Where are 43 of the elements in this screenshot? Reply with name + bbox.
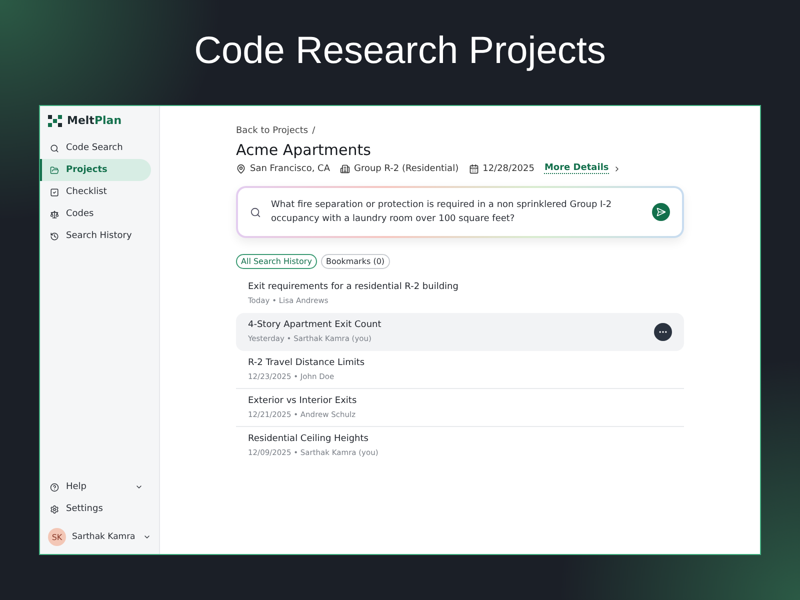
search-field[interactable]: What fire separation or protection is required in a non sprinklered Group I-2 occupancy with a laundry room over 100 square feet? [236,186,684,238]
nav-item[interactable]: Search History [40,225,151,247]
calendar-icon [468,164,479,174]
send-icon [656,207,666,217]
project-group: Group R-2 (Residential) [354,164,459,174]
building-icon [340,164,350,174]
breadcrumb-separator: / [312,126,316,136]
help-icon [50,482,59,492]
history-title: Exit requirements for a residential R-2 building [248,282,460,292]
history-title: Exterior vs Interior Exits [248,396,358,406]
chevron-icon [143,533,151,541]
search-icon [250,206,261,218]
avatar: SK [48,528,66,546]
page-headline: Code Research Projects [194,29,606,74]
nav-item[interactable]: Codes [40,203,151,225]
more-button[interactable] [654,322,672,340]
history-title: 4-Story Apartment Exit Count [248,320,382,330]
project-date: 12/28/2025 [482,164,534,174]
nav-item[interactable]: Settings [40,498,151,520]
more-details-link[interactable]: More Details [544,163,609,174]
back-link[interactable]: Back to Projects [236,126,308,136]
project-title: Acme Apartments [236,141,372,159]
user-menu[interactable]: SK Sarthak Kamra [40,520,159,546]
history-icon [50,232,59,240]
project-location: San Francisco, CA [250,164,330,174]
checklist-icon [50,188,59,196]
folder-icon [50,166,59,174]
nav-item[interactable]: Code Search [40,137,151,159]
history-title: R-2 Travel Distance Limits [248,358,366,368]
filter-tab[interactable]: All Search History [236,254,317,269]
nav-item[interactable]: Checklist [40,181,151,203]
search-icon [50,144,59,152]
location-pin-icon [236,164,246,174]
search-query: What fire separation or protection is required in a non sprinklered Group I-2 occupancy with a laundry room over 100 square feet? [271,199,613,226]
nav-item[interactable]: Projects [40,159,151,181]
history-title: Residential Ceiling Heights [248,434,370,444]
logo-icon [48,114,62,126]
scale-icon [50,210,59,218]
filter-tab[interactable]: Bookmarks (0) [320,254,390,269]
nav-item[interactable]: Help [40,476,151,498]
settings-icon [50,504,59,514]
send-button[interactable] [652,203,670,221]
logo-text: MeltPlan [67,114,122,127]
